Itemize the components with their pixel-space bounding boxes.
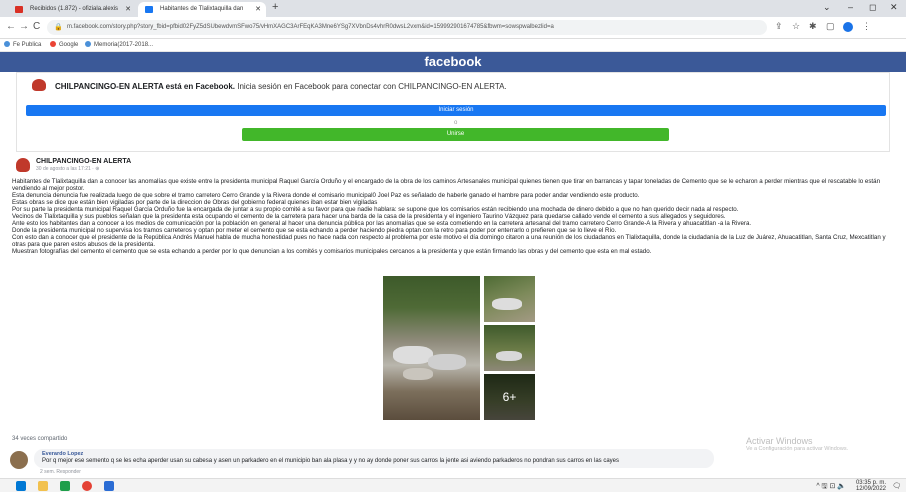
share-count[interactable]: 34 veces compartido	[12, 436, 67, 442]
tab-label: Recibidos (1.872) - ofiziala.alexis	[30, 6, 119, 12]
url-bar[interactable]: 🔒 m.facebook.com/story.php?story_fbid=pf…	[47, 20, 767, 35]
separator-text: o	[454, 120, 458, 126]
word-icon[interactable]	[104, 481, 114, 491]
bookmark-item[interactable]: Google	[50, 39, 78, 52]
post-photo[interactable]: 6+	[484, 374, 535, 420]
banner-text: Inicia sesión en Facebook para conectar …	[235, 82, 507, 91]
post-photo[interactable]	[484, 325, 535, 371]
post-photo[interactable]	[484, 276, 535, 322]
maximize-button[interactable]: ◻	[869, 2, 876, 13]
file-explorer-icon[interactable]	[38, 481, 48, 491]
close-window-button[interactable]: ✕	[890, 2, 898, 13]
comment: Everardo Lopez Por q mejor ese semento q…	[10, 449, 716, 475]
back-button[interactable]: ←	[6, 21, 16, 32]
post-author[interactable]: CHILPANCINGO-EN ALERTA	[36, 158, 131, 165]
post-paragraph: Esta denuncia denuncia fue realizada lue…	[12, 192, 640, 199]
chrome-icon[interactable]	[82, 481, 92, 491]
minimize-button[interactable]: –	[848, 2, 853, 12]
bookmarks-bar: Fe Publica Google Memoria(2017-2018...	[0, 39, 906, 52]
menu-kebab-icon[interactable]: ⋮	[862, 21, 871, 32]
windows-activation-watermark: Activar Windows Ve a Configuración para …	[746, 436, 848, 452]
photo-grid: 6+	[383, 276, 535, 420]
notification-icon[interactable]: 🗨	[892, 482, 901, 490]
login-banner: CHILPANCINGO-EN ALERTA está en Facebook.…	[16, 72, 890, 152]
bookmark-star-icon[interactable]: ☆	[792, 21, 800, 32]
profile-avatar[interactable]	[843, 22, 853, 32]
tab-gmail[interactable]: Recibidos (1.872) - ofiziala.alexis ✕	[8, 2, 136, 17]
more-photos-overlay[interactable]: 6+	[484, 374, 535, 420]
globe-icon	[4, 41, 10, 47]
post-paragraph: Vecinos de Tlalixtaquilla y sus pueblos …	[12, 213, 726, 220]
post-paragraph: Con esto dan a conocer que el presidente…	[12, 234, 886, 248]
post-paragraph: Habitantes de Tlalixtaquilla dan a conoc…	[12, 178, 881, 192]
clock[interactable]: 03:35 p. m. 12/09/2022	[856, 480, 886, 492]
taskbar: ^ 🖫 ⊡ 🔈 03:35 p. m. 12/09/2022 🗨	[0, 478, 906, 492]
post-photo[interactable]	[383, 276, 480, 420]
bookmark-item[interactable]: Memoria(2017-2018...	[85, 39, 153, 52]
extensions-icon[interactable]: ✱	[809, 21, 817, 32]
comment-actions[interactable]: 2 sem. Responder	[40, 469, 81, 475]
tab-search-icon[interactable]: ⌄	[823, 2, 831, 13]
post-body: Habitantes de Tlalixtaquilla dan a conoc…	[12, 178, 892, 255]
comment-bubble: Everardo Lopez Por q mejor ese semento q…	[34, 449, 714, 468]
google-icon	[50, 41, 56, 47]
login-button[interactable]: Iniciar sesión	[26, 105, 886, 116]
gmail-icon	[15, 6, 23, 13]
banner-headline: CHILPANCINGO-EN ALERTA está en Facebook.…	[55, 82, 507, 91]
lock-icon[interactable]: 🔒	[54, 20, 63, 35]
post-paragraph: Muestran fotografías del cemento el ceme…	[12, 248, 652, 255]
tab-label: Habitantes de Tlalixtaquilla dan	[160, 6, 244, 12]
post-paragraph: Ante esto los habitantes dan a conocer a…	[12, 220, 752, 227]
watermark-subtitle: Ve a Configuración para activar Windows.	[746, 446, 849, 452]
facebook-logo[interactable]: facebook	[424, 54, 481, 69]
banner-bold: CHILPANCINGO-EN ALERTA está en Facebook.	[55, 82, 236, 91]
post-author-avatar[interactable]	[16, 158, 30, 172]
comment-text: Por q mejor ese semento q se les echa ap…	[42, 458, 620, 464]
system-tray-icons[interactable]: ^ 🖫 ⊡ 🔈	[816, 482, 846, 493]
bookmark-item[interactable]: Fe Publica	[4, 39, 41, 52]
facebook-icon	[145, 6, 153, 13]
post-date[interactable]: 30 de agosto a las 17:21 · ⊕	[36, 166, 99, 172]
close-tab-icon[interactable]: ✕	[125, 2, 131, 17]
commenter-name[interactable]: Everardo Lopez	[42, 451, 714, 457]
clock-date: 12/09/2022	[855, 486, 886, 492]
address-toolbar: ← → C 🔒 m.facebook.com/story.php?story_f…	[0, 17, 906, 39]
commenter-avatar[interactable]	[10, 451, 28, 469]
close-tab-icon[interactable]: ✕	[255, 2, 261, 17]
watermark-title: Activar Windows	[746, 436, 813, 446]
windows-start-icon[interactable]	[16, 481, 26, 491]
facebook-header: facebook	[0, 52, 906, 72]
post-paragraph: Estas obras se dice que están bien vigil…	[12, 199, 378, 206]
reload-button[interactable]: C	[33, 21, 40, 32]
browser-tab-strip: Recibidos (1.872) - ofiziala.alexis ✕ Ha…	[0, 0, 906, 17]
globe-icon	[85, 41, 91, 47]
new-tab-button[interactable]: +	[272, 1, 278, 13]
share-icon[interactable]: ⇪	[775, 21, 783, 32]
forward-button[interactable]: →	[19, 21, 29, 32]
globe-icon: ⊕	[95, 166, 100, 172]
page-avatar	[32, 79, 46, 91]
join-button[interactable]: Unirse	[242, 128, 669, 141]
sidepanel-icon[interactable]: ▢	[826, 21, 835, 32]
url-text: m.facebook.com/story.php?story_fbid=pfbi…	[67, 24, 554, 30]
tab-facebook[interactable]: Habitantes de Tlalixtaquilla dan ✕	[138, 2, 266, 17]
post: CHILPANCINGO-EN ALERTA 30 de agosto a la…	[0, 152, 906, 442]
excel-icon[interactable]	[60, 481, 70, 491]
post-paragraph: Donde la presidenta municipal no supervi…	[12, 227, 617, 234]
post-paragraph: Por su parte la presidenta municipal Raq…	[12, 206, 739, 213]
